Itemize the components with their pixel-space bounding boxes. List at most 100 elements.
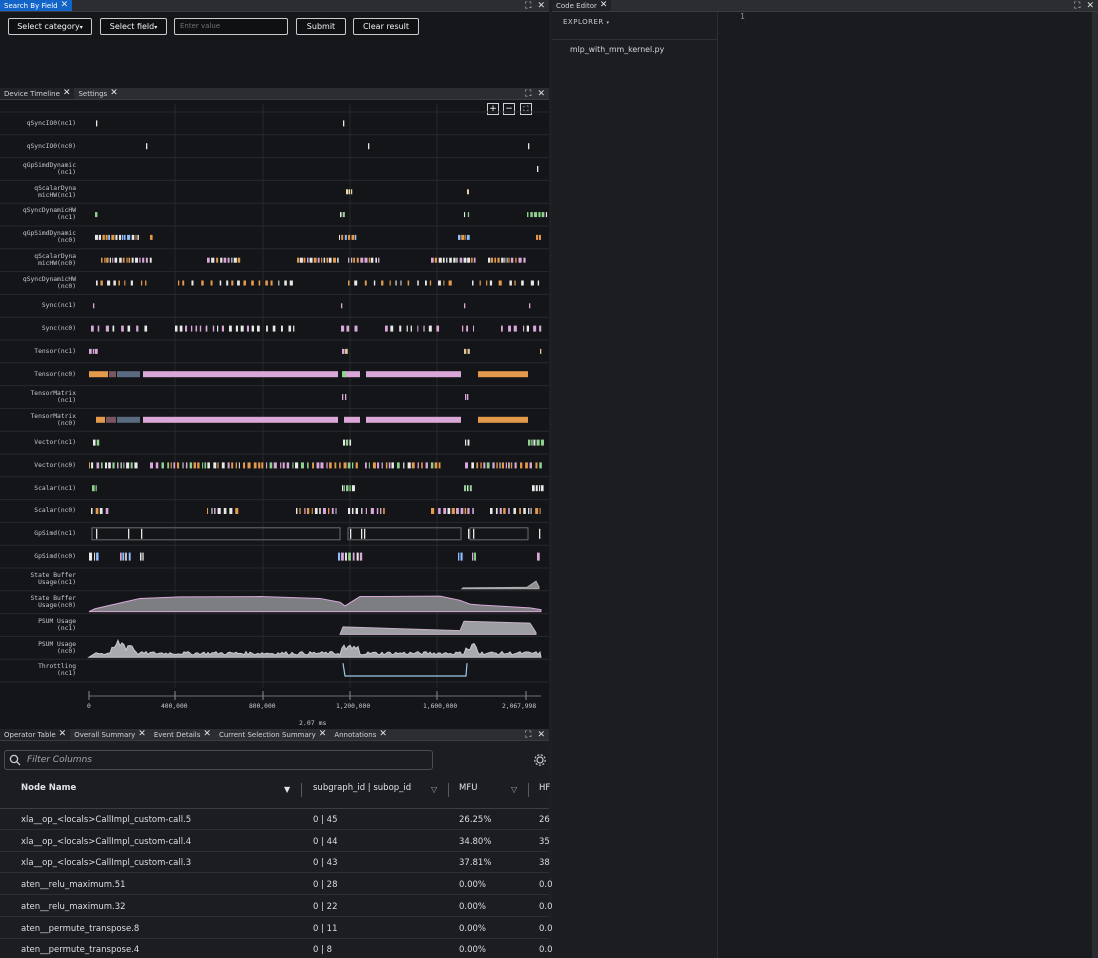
event-mark[interactable] (533, 439, 536, 446)
event-mark[interactable] (139, 257, 141, 263)
event-mark[interactable] (499, 508, 502, 514)
event-mark[interactable] (97, 325, 100, 332)
filter-arrow-icon[interactable]: ▽ (511, 785, 517, 794)
event-mark[interactable] (316, 462, 320, 469)
event-mark[interactable] (438, 257, 442, 263)
event-mark[interactable] (210, 280, 213, 286)
event-mark[interactable] (243, 462, 246, 469)
event-span[interactable] (469, 527, 529, 541)
event-mark[interactable] (503, 508, 506, 514)
event-mark[interactable] (251, 325, 255, 332)
event-mark[interactable] (528, 143, 530, 150)
event-mark[interactable] (92, 485, 95, 492)
event-mark[interactable] (431, 257, 434, 263)
event-mark[interactable] (521, 280, 524, 286)
select-category-button[interactable]: Select category▾ (8, 18, 92, 35)
event-mark[interactable] (149, 257, 152, 263)
event-mark[interactable] (100, 280, 103, 286)
event-mark[interactable] (127, 234, 131, 240)
event-mark[interactable] (145, 280, 147, 286)
event-mark[interactable] (146, 143, 148, 150)
event-mark[interactable] (527, 212, 529, 218)
event-mark[interactable] (278, 280, 280, 286)
event-mark[interactable] (337, 257, 339, 263)
close-icon[interactable]: ✕ (379, 730, 387, 739)
event-mark[interactable] (341, 552, 344, 561)
event-mark[interactable] (319, 508, 321, 514)
event-mark[interactable] (304, 508, 306, 514)
close-icon[interactable]: ✕ (600, 1, 608, 10)
event-mark[interactable] (280, 462, 282, 469)
event-mark[interactable] (468, 528, 470, 539)
event-mark[interactable] (96, 552, 99, 561)
event-mark[interactable] (400, 280, 402, 286)
event-mark[interactable] (356, 552, 359, 561)
event-mark[interactable] (115, 234, 118, 240)
event-mark[interactable] (537, 552, 540, 561)
scrollbar[interactable] (1092, 12, 1098, 958)
event-bar[interactable] (366, 371, 461, 378)
event-mark[interactable] (343, 120, 345, 127)
event-mark[interactable] (403, 462, 405, 469)
event-mark[interactable] (142, 257, 145, 263)
event-mark[interactable] (499, 462, 501, 469)
event-mark[interactable] (89, 552, 93, 561)
event-mark[interactable] (306, 257, 309, 263)
event-mark[interactable] (518, 257, 522, 263)
event-mark[interactable] (339, 234, 341, 240)
event-mark[interactable] (328, 257, 332, 263)
event-mark[interactable] (365, 462, 367, 469)
event-mark[interactable] (126, 257, 128, 263)
event-mark[interactable] (170, 462, 172, 469)
event-mark[interactable] (510, 462, 513, 469)
event-mark[interactable] (537, 166, 539, 172)
event-mark[interactable] (95, 485, 97, 492)
event-mark[interactable] (339, 462, 341, 469)
event-mark[interactable] (545, 212, 548, 218)
event-mark[interactable] (460, 552, 463, 561)
event-mark[interactable] (258, 462, 261, 469)
event-mark[interactable] (128, 528, 130, 539)
event-mark[interactable] (167, 462, 170, 469)
event-mark[interactable] (385, 325, 388, 332)
event-mark[interactable] (395, 280, 397, 286)
maximize-icon[interactable]: ⛶ (525, 1, 531, 11)
event-mark[interactable] (541, 212, 545, 218)
event-mark[interactable] (348, 234, 351, 240)
column-header-subgraph[interactable]: subgraph_id | subop_id (313, 783, 411, 793)
event-mark[interactable] (377, 462, 380, 469)
event-mark[interactable] (471, 257, 473, 263)
event-mark[interactable] (442, 257, 445, 263)
event-mark[interactable] (472, 508, 474, 514)
event-bar[interactable] (342, 371, 346, 378)
tab-annotations[interactable]: Annotations ✕ (330, 729, 391, 740)
event-mark[interactable] (331, 508, 334, 514)
event-mark[interactable] (341, 234, 344, 240)
table-row[interactable]: aten__permute_transpose.8 0 | 11 0.00% 0.0 (0, 918, 553, 939)
event-bar[interactable] (478, 416, 528, 423)
event-mark[interactable] (464, 303, 466, 309)
event-mark[interactable] (231, 280, 234, 286)
event-mark[interactable] (508, 257, 510, 263)
event-mark[interactable] (123, 234, 126, 240)
event-mark[interactable] (474, 552, 477, 561)
event-mark[interactable] (411, 462, 415, 469)
close-icon[interactable]: ✕ (319, 730, 327, 739)
event-mark[interactable] (95, 508, 99, 514)
event-mark[interactable] (313, 257, 317, 263)
event-mark[interactable] (448, 280, 452, 286)
event-mark[interactable] (375, 257, 377, 263)
event-mark[interactable] (471, 462, 475, 469)
event-mark[interactable] (492, 462, 495, 469)
event-mark[interactable] (179, 325, 183, 332)
select-field-button[interactable]: Select field▾ (100, 18, 167, 35)
event-bar[interactable] (117, 371, 140, 378)
event-mark[interactable] (347, 462, 351, 469)
event-mark[interactable] (251, 280, 254, 286)
event-mark[interactable] (219, 280, 222, 286)
event-mark[interactable] (349, 439, 352, 446)
event-mark[interactable] (289, 280, 293, 286)
event-mark[interactable] (266, 325, 268, 332)
event-mark[interactable] (538, 485, 541, 492)
event-mark[interactable] (134, 462, 138, 469)
